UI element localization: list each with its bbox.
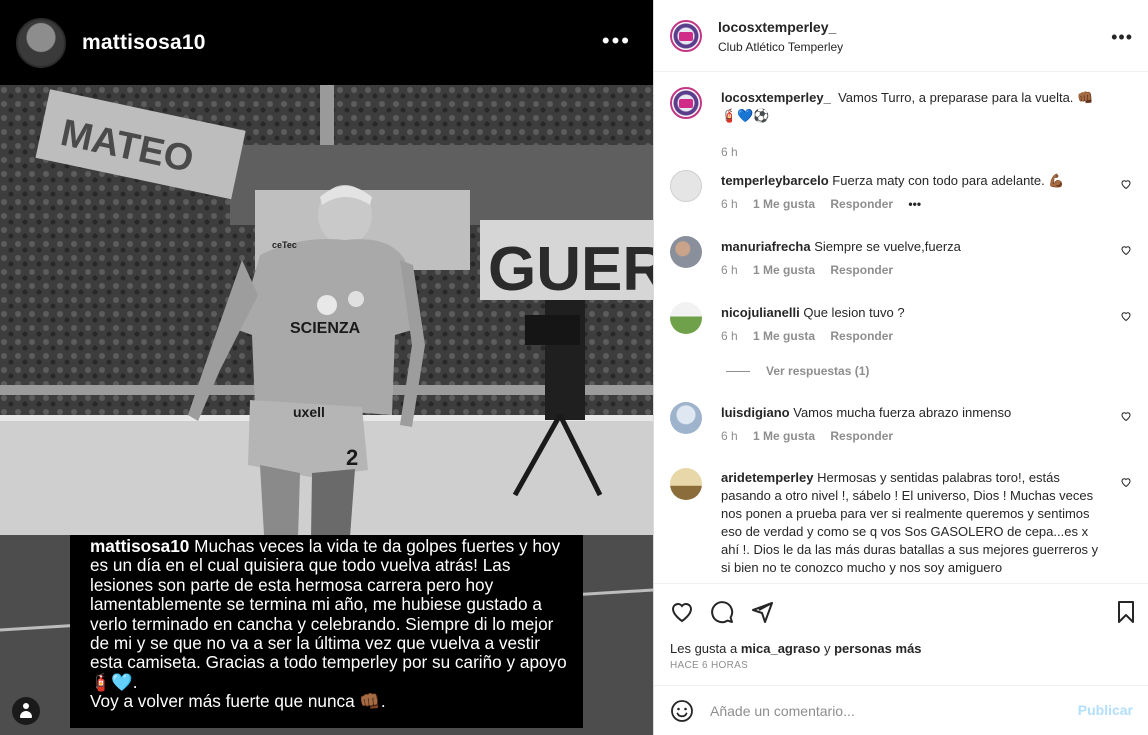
heart-icon[interactable] xyxy=(1120,310,1132,322)
liker-username[interactable]: mica_agraso xyxy=(741,641,821,656)
likes-conj: y xyxy=(823,641,831,656)
comment-meta: 6 h 1 Me gusta Responder xyxy=(721,429,905,443)
comment-username[interactable]: nicojulianelli xyxy=(721,305,800,320)
comment-input[interactable] xyxy=(710,700,1070,722)
add-comment-bar: Publicar xyxy=(654,685,1148,735)
caption-username[interactable]: mattisosa10 xyxy=(90,536,189,556)
comment-meta: 6 h xyxy=(721,145,750,159)
smiley-icon[interactable] xyxy=(670,699,694,723)
heart-icon[interactable] xyxy=(1120,410,1132,422)
post-media-pane: mattisosa10 ••• MATEO GUER ceTec SCIENZA… xyxy=(0,0,653,735)
caption-overlay: mattisosa10 Muchas veces la vida te da g… xyxy=(70,535,583,728)
comment-username[interactable]: luisdigiano xyxy=(721,405,790,420)
heart-icon[interactable] xyxy=(1120,178,1132,190)
post-sidebar: locosxtemperley_ Club Atlético Temperley… xyxy=(653,0,1148,735)
comment-likes[interactable]: 1 Me gusta xyxy=(753,329,815,343)
comment-username[interactable]: locosxtemperley_ xyxy=(721,90,831,105)
publish-button[interactable]: Publicar xyxy=(1078,702,1133,718)
jersey-sponsor-text: SCIENZA xyxy=(290,320,361,337)
jersey-collar-text: ceTec xyxy=(272,240,297,250)
comment-time[interactable]: 6 h xyxy=(721,197,738,211)
comment-time[interactable]: 6 h xyxy=(721,329,738,343)
banner-right-text: GUER xyxy=(488,235,653,304)
comment-username[interactable]: manuriafrecha xyxy=(721,239,811,254)
reply-button[interactable]: Responder xyxy=(830,197,893,211)
avatar[interactable] xyxy=(670,402,702,434)
comment-text: Hermosas y sentidas palabras toro!, está… xyxy=(721,470,1099,575)
post-actions: Les gusta a mica_agraso y personas más H… xyxy=(654,583,1148,683)
send-icon[interactable] xyxy=(750,600,774,624)
likes-prefix: Les gusta a xyxy=(670,641,738,656)
more-options-icon[interactable]: ••• xyxy=(1111,27,1133,48)
comment-time[interactable]: 6 h xyxy=(721,145,738,159)
comment-likes[interactable]: 1 Me gusta xyxy=(753,263,815,277)
heart-icon[interactable] xyxy=(670,600,694,624)
comment-meta: 6 h 1 Me gusta Responder ••• xyxy=(721,197,933,211)
comment-time[interactable]: 6 h xyxy=(721,263,738,277)
comment-text: Que lesion tuvo ? xyxy=(803,305,905,320)
comment-username[interactable]: temperleybarcelo xyxy=(721,173,829,188)
comment-likes[interactable]: 1 Me gusta xyxy=(753,197,815,211)
post-timestamp[interactable]: HACE 6 HORAS xyxy=(670,660,748,671)
comment-text: Fuerza maty con todo para adelante. 💪🏾 xyxy=(832,173,1065,188)
header-account-name[interactable]: locosxtemperley_ xyxy=(718,19,836,35)
author-avatar[interactable] xyxy=(16,18,66,68)
author-username[interactable]: mattisosa10 xyxy=(82,31,206,55)
more-options-icon[interactable]: ••• xyxy=(602,30,631,52)
comment-meta: 6 h 1 Me gusta Responder xyxy=(721,329,905,343)
heart-icon[interactable] xyxy=(1120,476,1132,488)
comment-text: Vamos mucha fuerza abrazo inmenso xyxy=(793,405,1012,420)
person-icon[interactable] xyxy=(12,697,40,725)
club-avatar[interactable] xyxy=(670,20,702,52)
comment-username[interactable]: aridetemperley xyxy=(721,470,814,485)
likes-others-link[interactable]: personas más xyxy=(834,641,921,656)
club-avatar[interactable] xyxy=(670,87,702,119)
bookmark-icon[interactable] xyxy=(1114,600,1138,624)
avatar[interactable] xyxy=(670,302,702,334)
shorts-sponsor-text: uxell xyxy=(293,404,325,420)
avatar[interactable] xyxy=(670,170,702,202)
avatar[interactable] xyxy=(670,468,702,500)
header-subtitle[interactable]: Club Atlético Temperley xyxy=(718,40,843,54)
comment-text: Siempre se vuelve,fuerza xyxy=(814,239,961,254)
reply-button[interactable]: Responder xyxy=(830,429,893,443)
caption-text: Muchas veces la vida te da golpes fuerte… xyxy=(90,536,567,692)
comment-more-icon[interactable]: ••• xyxy=(908,197,921,211)
view-replies-button[interactable]: Ver respuestas (1) xyxy=(726,364,869,378)
reply-button[interactable]: Responder xyxy=(830,329,893,343)
reply-button[interactable]: Responder xyxy=(830,263,893,277)
comment-time[interactable]: 6 h xyxy=(721,429,738,443)
heart-icon[interactable] xyxy=(1120,244,1132,256)
shorts-number: 2 xyxy=(346,445,358,470)
likes-summary: Les gusta a mica_agraso y personas más xyxy=(670,641,922,656)
media-header: mattisosa10 ••• xyxy=(0,0,653,85)
sidebar-header: locosxtemperley_ Club Atlético Temperley… xyxy=(654,0,1148,72)
caption-paragraph: mattisosa10 Muchas veces la vida te da g… xyxy=(90,536,571,692)
comments-list[interactable]: locosxtemperley_ Vamos Turro, a preparas… xyxy=(654,73,1148,583)
comment-likes[interactable]: 1 Me gusta xyxy=(753,429,815,443)
avatar[interactable] xyxy=(670,236,702,268)
comment-icon[interactable] xyxy=(710,600,734,624)
comment-meta: 6 h 1 Me gusta Responder xyxy=(721,263,905,277)
caption-line-2: Voy a volver más fuerte que nunca 👊🏾. xyxy=(90,691,386,712)
